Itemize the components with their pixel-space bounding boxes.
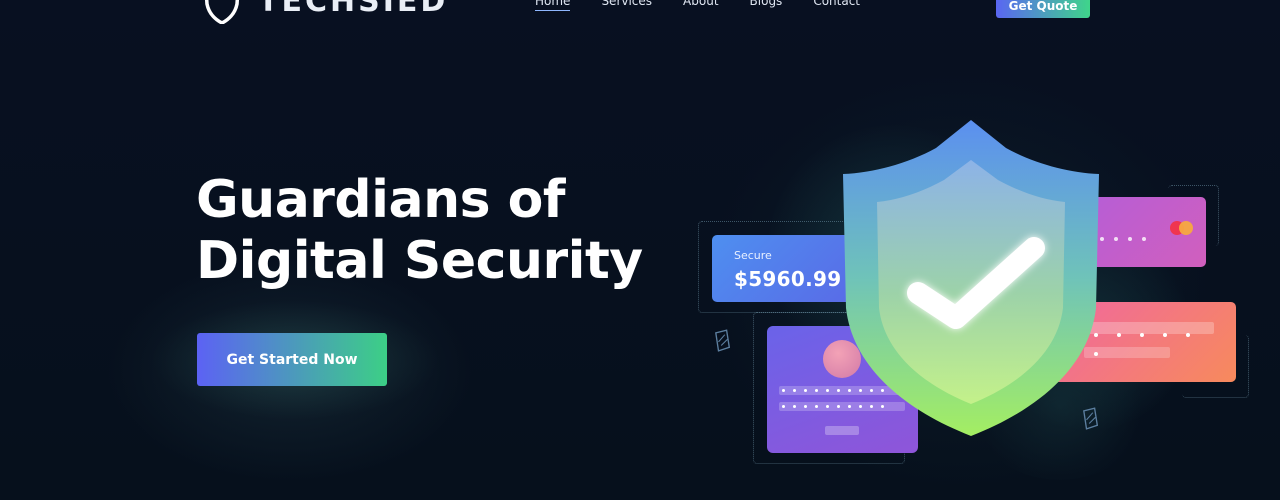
- security-illustration: Secure $5960.99: [690, 100, 1260, 480]
- hero-title-line-2: Digital Security: [196, 231, 643, 291]
- nav-about[interactable]: About: [683, 0, 718, 8]
- masked-number: [1100, 226, 1156, 245]
- card-label: Secure: [734, 249, 772, 262]
- nav-contact[interactable]: Contact: [813, 0, 860, 8]
- site-header: TECHSIED Home Services About Blogs Conta…: [0, 0, 1280, 24]
- shield-logo-icon: [204, 0, 240, 24]
- main-nav: Home Services About Blogs Contact: [535, 0, 891, 11]
- nav-services[interactable]: Services: [601, 0, 652, 8]
- nav-blogs[interactable]: Blogs: [750, 0, 783, 8]
- cube-icon: [715, 329, 731, 352]
- logo[interactable]: TECHSIED: [200, 0, 448, 24]
- card-amount: $5960.99: [734, 267, 842, 291]
- hero-title: Guardians of Digital Security: [196, 170, 643, 292]
- brand-name: TECHSIED: [258, 0, 449, 19]
- mastercard-icon: [1179, 221, 1193, 235]
- nav-home[interactable]: Home: [535, 0, 571, 11]
- get-quote-button[interactable]: Get Quote: [996, 0, 1090, 18]
- cube-icon: [1083, 407, 1099, 430]
- get-started-button[interactable]: Get Started Now: [197, 333, 387, 386]
- page: TECHSIED Home Services About Blogs Conta…: [0, 0, 1280, 500]
- shield-check-icon: [843, 120, 1099, 436]
- hero-title-line-1: Guardians of: [196, 170, 565, 230]
